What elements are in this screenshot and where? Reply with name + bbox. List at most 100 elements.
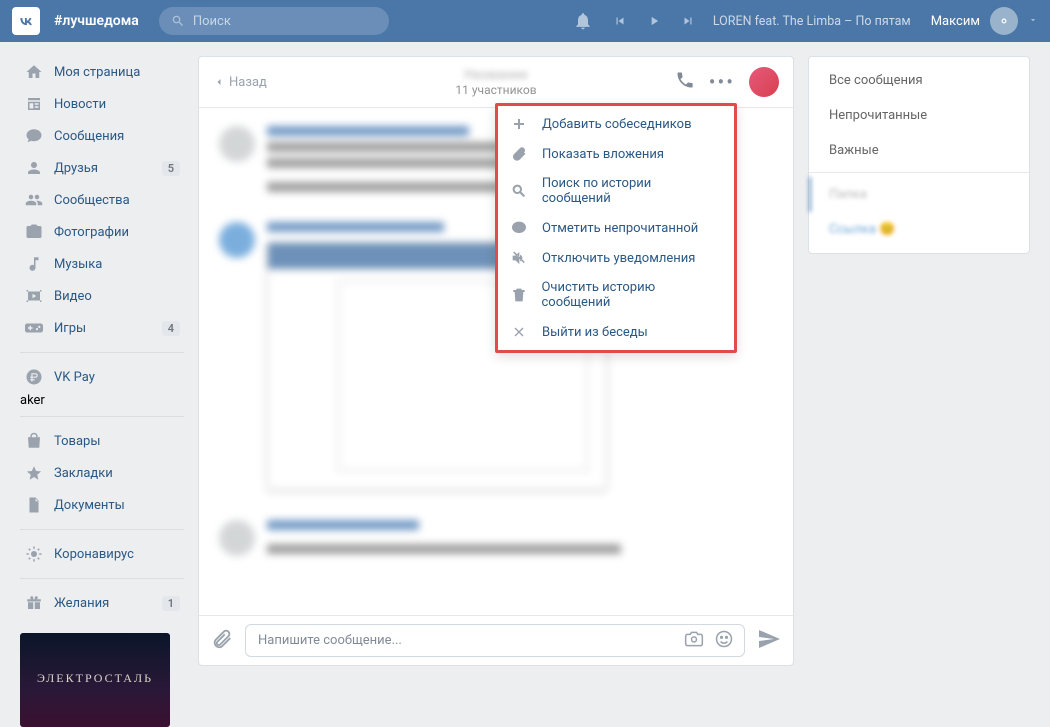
folder-all[interactable]: Все сообщения bbox=[809, 63, 1029, 98]
chat-icon bbox=[24, 126, 44, 146]
emoji-icon[interactable] bbox=[714, 629, 734, 653]
chat-avatar[interactable] bbox=[749, 67, 779, 97]
nav-friends[interactable]: Друзья5 bbox=[20, 152, 184, 184]
doc-icon bbox=[24, 495, 44, 515]
dd-show-attachments[interactable]: Показать вложения bbox=[498, 139, 734, 169]
notifications-icon[interactable] bbox=[573, 11, 593, 31]
dd-mark-unread[interactable]: Отметить непрочитанной bbox=[498, 213, 734, 243]
virus-icon bbox=[24, 544, 44, 564]
input-placeholder: Напишите сообщение... bbox=[258, 633, 402, 648]
dd-label: Поиск по истории сообщений bbox=[542, 176, 722, 206]
plus-icon bbox=[510, 116, 528, 132]
more-actions-button[interactable]: ••• bbox=[709, 72, 735, 92]
folder-unread[interactable]: Непрочитанные bbox=[809, 98, 1029, 133]
nav-label: VK Pay bbox=[54, 370, 95, 385]
header-hashtag[interactable]: #лучшедома bbox=[54, 13, 139, 29]
nav-market[interactable]: Товары bbox=[20, 425, 184, 457]
search-box[interactable]: Поиск bbox=[159, 7, 389, 35]
dd-search-history[interactable]: Поиск по истории сообщений bbox=[498, 169, 734, 213]
chevron-down-icon bbox=[1028, 14, 1038, 29]
nav-bookmarks[interactable]: Закладки bbox=[20, 457, 184, 489]
folder-important[interactable]: Важные bbox=[809, 133, 1029, 168]
dd-label: Очистить историю сообщений bbox=[541, 280, 722, 310]
nav-badge: 4 bbox=[162, 321, 180, 336]
nav-label: Документы bbox=[54, 498, 125, 513]
search-placeholder: Поиск bbox=[193, 14, 231, 29]
nav-my-page[interactable]: Моя страница bbox=[20, 56, 184, 88]
nav-messages[interactable]: Сообщения bbox=[20, 120, 184, 152]
chat-header: Назад Название 11 участников ••• bbox=[199, 57, 793, 108]
message bbox=[219, 520, 773, 560]
nav-news[interactable]: Новости bbox=[20, 88, 184, 120]
nav-label: Закладки bbox=[54, 466, 113, 481]
bag-icon bbox=[24, 431, 44, 451]
play-icon[interactable] bbox=[647, 14, 661, 28]
folder-custom[interactable]: Ссылка 😊 bbox=[809, 212, 1029, 247]
search-icon bbox=[510, 183, 528, 199]
folder-custom[interactable]: Папка bbox=[809, 177, 1029, 212]
home-icon bbox=[24, 62, 44, 82]
folder-sidebar: Все сообщения Непрочитанные Важные Папка… bbox=[808, 56, 1030, 254]
nav-label: Музыка bbox=[54, 257, 102, 272]
nav-video[interactable]: Видео bbox=[20, 280, 184, 312]
message-composer: Напишите сообщение... bbox=[199, 615, 793, 665]
now-playing[interactable]: LOREN feat. The Limba – По пятам bbox=[713, 14, 911, 29]
nav-wishes[interactable]: Желания 1 bbox=[20, 587, 184, 619]
sidebar-promo-image[interactable] bbox=[20, 633, 170, 727]
nav-badge: 5 bbox=[162, 161, 180, 176]
photo-icon[interactable] bbox=[684, 629, 704, 653]
nav-label: Новости bbox=[54, 97, 106, 112]
next-track-icon[interactable] bbox=[681, 14, 695, 28]
dd-label: Отключить уведомления bbox=[542, 251, 695, 266]
nav-label: Сообщества bbox=[54, 193, 130, 208]
music-icon bbox=[24, 254, 44, 274]
nav-documents[interactable]: Документы bbox=[20, 489, 184, 521]
nav-label: Коронавирус bbox=[54, 547, 134, 562]
nav-music[interactable]: Музыка bbox=[20, 248, 184, 280]
nav-covid[interactable]: Коронавирус bbox=[20, 538, 184, 570]
back-button[interactable]: Назад bbox=[213, 75, 267, 90]
left-sidebar: Моя страница Новости Сообщения Друзья5 С… bbox=[20, 56, 184, 727]
nav-label: Фотографии bbox=[54, 225, 129, 240]
news-icon bbox=[24, 94, 44, 114]
dd-label: Выйти из беседы bbox=[542, 325, 648, 340]
call-icon[interactable] bbox=[675, 70, 695, 94]
message-input[interactable]: Напишите сообщение... bbox=[245, 624, 745, 657]
nav-label: Игры bbox=[54, 321, 86, 336]
dd-add-participants[interactable]: Добавить собеседников bbox=[498, 109, 734, 139]
prev-track-icon[interactable] bbox=[613, 14, 627, 28]
attachment-icon bbox=[510, 146, 528, 162]
dd-clear-history[interactable]: Очистить историю сообщений bbox=[498, 273, 734, 317]
nav-badge: 1 bbox=[162, 596, 180, 611]
ruble-icon bbox=[24, 367, 44, 387]
gift-icon bbox=[24, 593, 44, 613]
username: Максим bbox=[931, 14, 980, 29]
gamepad-icon bbox=[24, 318, 44, 338]
nav-games[interactable]: Игры 4 bbox=[20, 312, 184, 344]
attach-icon[interactable] bbox=[211, 628, 233, 654]
trash-icon bbox=[510, 287, 527, 303]
nav-label: Сообщения bbox=[54, 129, 124, 144]
nav-label: Моя страница bbox=[54, 65, 140, 80]
nav-label: Видео bbox=[54, 289, 92, 304]
vk-logo[interactable] bbox=[12, 7, 40, 35]
dd-label: Показать вложения bbox=[542, 147, 664, 162]
nav-label: Желания bbox=[54, 596, 109, 611]
close-icon bbox=[510, 324, 528, 340]
dd-leave-chat[interactable]: Выйти из беседы bbox=[498, 317, 734, 347]
chevron-left-icon bbox=[213, 76, 225, 88]
nav-label: Товары bbox=[54, 434, 100, 449]
nav-vkpay[interactable]: VK Pay bbox=[20, 361, 184, 393]
top-header: #лучшедома Поиск LOREN feat. The Limba –… bbox=[0, 0, 1050, 42]
user-icon bbox=[24, 158, 44, 178]
unread-icon bbox=[510, 220, 528, 236]
mute-icon bbox=[510, 250, 528, 266]
nav-photos[interactable]: Фотографии bbox=[20, 216, 184, 248]
search-icon bbox=[171, 14, 185, 28]
nav-groups[interactable]: Сообщества bbox=[20, 184, 184, 216]
send-button[interactable] bbox=[757, 627, 781, 655]
dd-mute[interactable]: Отключить уведомления bbox=[498, 243, 734, 273]
user-menu[interactable]: Максим bbox=[931, 7, 1038, 35]
user-avatar bbox=[990, 7, 1018, 35]
back-label: Назад bbox=[229, 75, 267, 90]
